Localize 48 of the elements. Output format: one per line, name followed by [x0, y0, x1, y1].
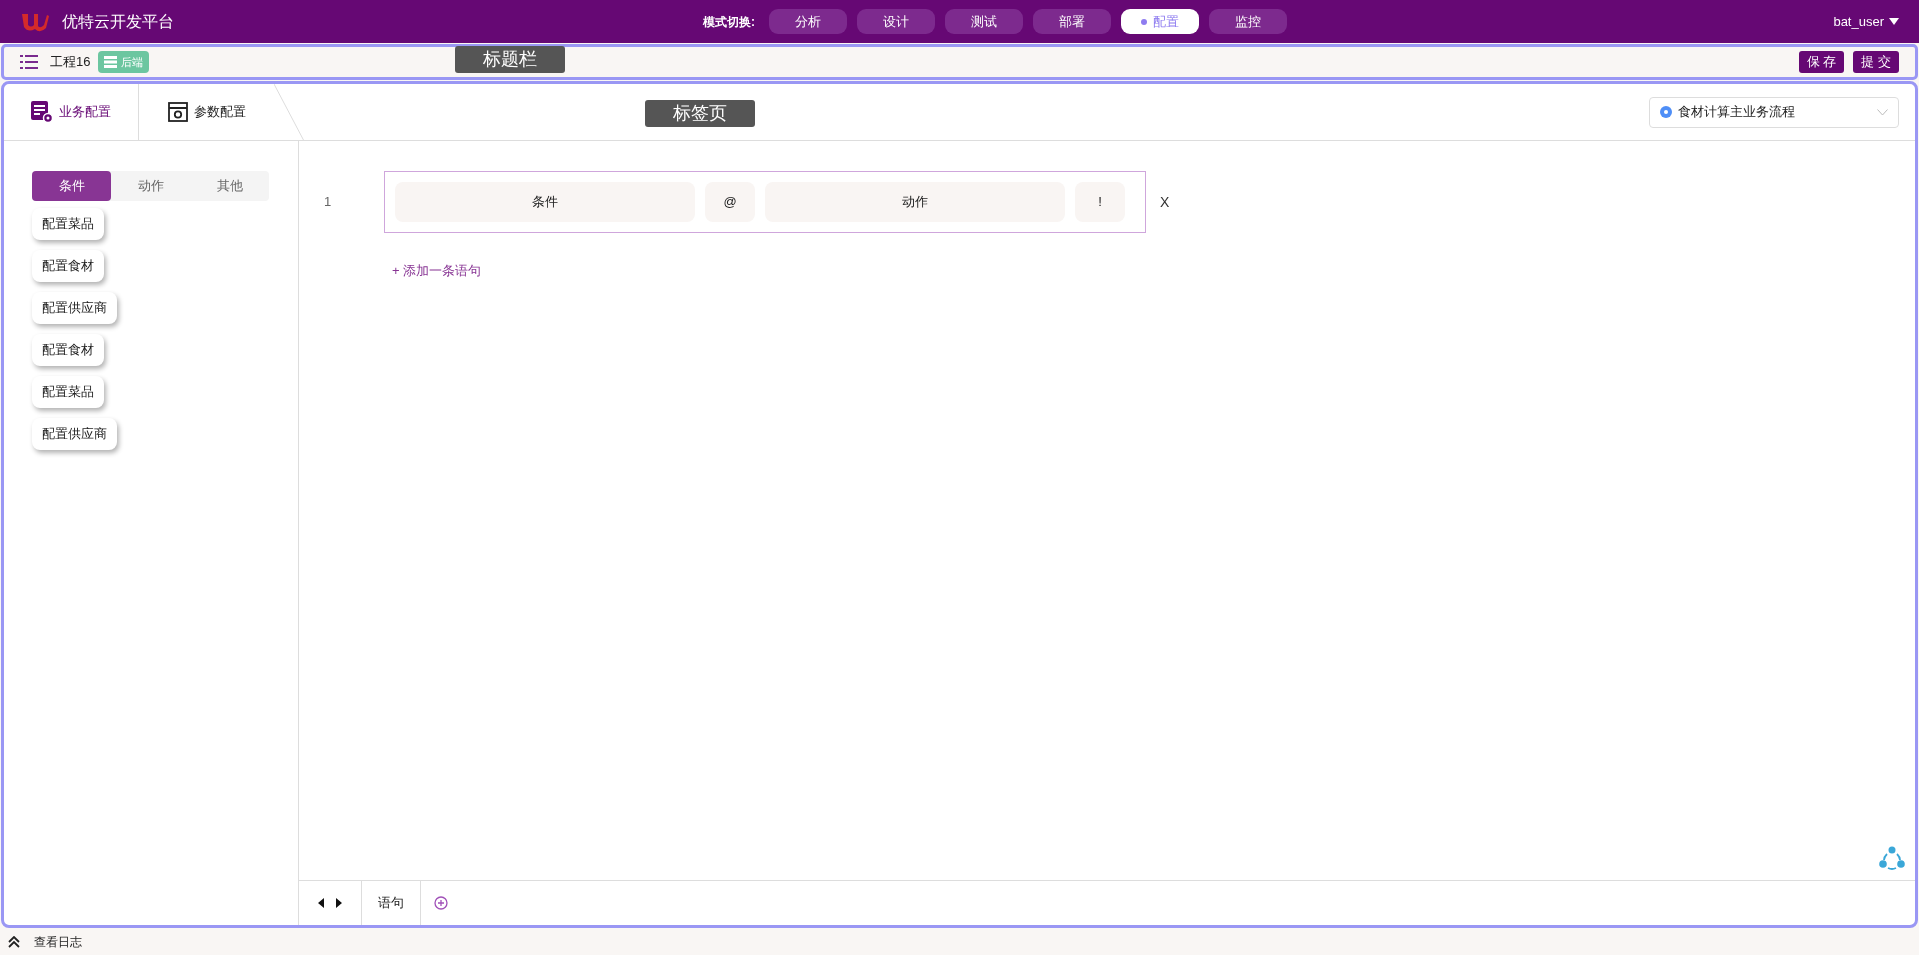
mode-tab[interactable]: 部署 [1033, 9, 1111, 34]
statement-tab[interactable]: 语句 [362, 881, 421, 925]
double-chevron-up-icon[interactable] [8, 935, 20, 948]
list-icon [20, 55, 38, 69]
select-value: 食材计算主业务流程 [1678, 103, 1795, 122]
flow-select[interactable]: 食材计算主业务流程 [1649, 96, 1899, 128]
symbol-slot[interactable]: ! [1075, 182, 1125, 222]
palette-item[interactable]: 配置菜品 [32, 208, 104, 240]
slot-field[interactable]: 动作 [765, 182, 1065, 222]
palette-item[interactable]: 配置供应商 [32, 418, 117, 450]
document-gear-icon [31, 101, 53, 123]
mode-tab[interactable]: 分析 [769, 9, 847, 34]
mode-tab[interactable]: 监控 [1209, 9, 1287, 34]
radio-dot-icon [1660, 106, 1672, 118]
toolbar-button[interactable]: 提 交 [1853, 51, 1899, 73]
annotation-label: 标签页 [645, 100, 755, 127]
backend-tag: 后端 [98, 51, 150, 73]
toolbar-button[interactable]: 保 存 [1798, 51, 1845, 73]
palette-item[interactable]: 配置菜品 [32, 376, 104, 408]
config-tab[interactable]: 参数配置 [139, 84, 274, 140]
mode-tab[interactable]: 配置 [1121, 9, 1199, 34]
segment-tab[interactable]: 其他 [190, 171, 269, 201]
palette-item[interactable]: 配置食材 [32, 250, 104, 282]
app-title: 优特云开发平台 [62, 11, 174, 32]
palette-item[interactable]: 配置供应商 [32, 292, 117, 324]
segment-tab[interactable]: 条件 [32, 171, 111, 201]
mode-label: 模式切换: [703, 13, 755, 31]
server-icon [104, 56, 118, 68]
caret-icon [1889, 18, 1899, 25]
slot-field[interactable]: 条件 [395, 182, 695, 222]
chevron-down-icon [1877, 108, 1888, 116]
user-menu[interactable]: bat_user [1833, 11, 1899, 32]
mode-tab[interactable]: 测试 [945, 9, 1023, 34]
project-name: 工程16 [50, 53, 91, 72]
remove-button[interactable]: X [1160, 191, 1170, 213]
line-number: 1 [324, 193, 333, 212]
palette-item[interactable]: 配置食材 [32, 334, 104, 366]
annotation-label: 标题栏 [455, 46, 565, 73]
add-statement-link[interactable]: + 添加一条语句 [392, 261, 482, 281]
symbol-slot[interactable]: @ [705, 182, 755, 222]
window-gear-icon [167, 102, 188, 122]
config-tab[interactable]: 业务配置 [4, 84, 139, 140]
view-log-button[interactable]: 查看日志 [34, 932, 82, 951]
segment-tab[interactable]: 动作 [111, 171, 190, 201]
left-right-arrows-icon [318, 898, 342, 908]
mode-tab[interactable]: 设计 [857, 9, 935, 34]
plus-circle-icon [434, 896, 448, 910]
share-nodes-icon [1879, 846, 1905, 870]
